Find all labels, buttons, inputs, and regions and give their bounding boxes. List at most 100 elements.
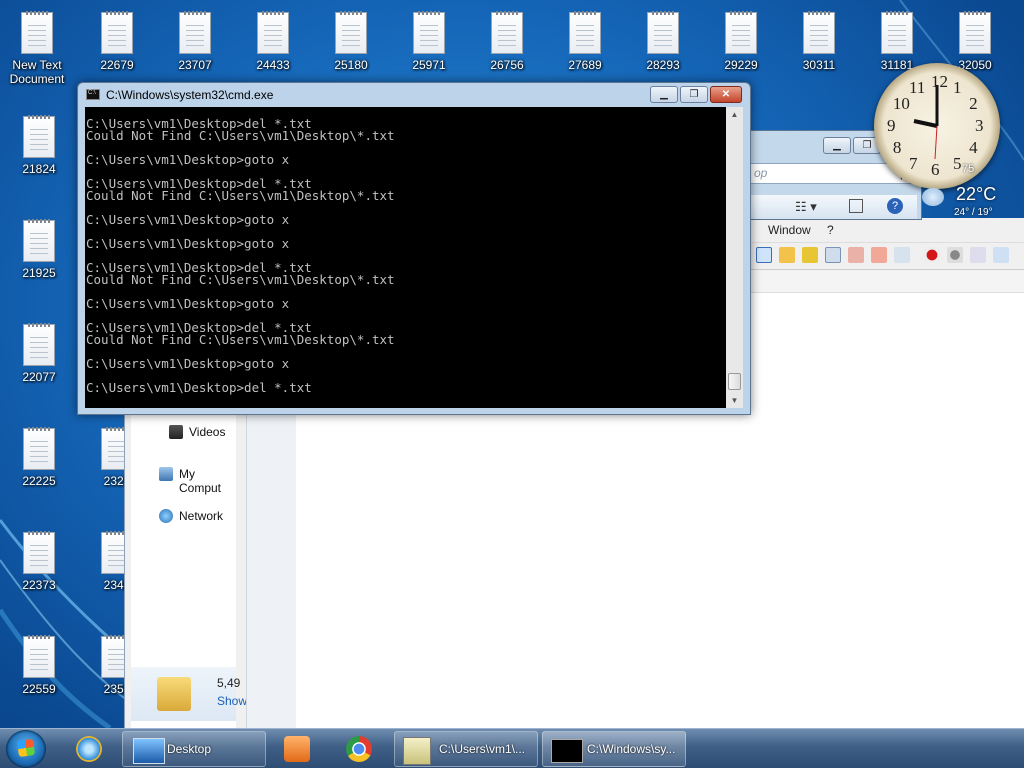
taskbar-desktop-button[interactable]: Desktop xyxy=(122,731,266,767)
toolbar xyxy=(750,243,1024,270)
desktop-file-label: 22679 xyxy=(100,58,134,72)
clock-number: 9 xyxy=(887,116,896,135)
start-button[interactable] xyxy=(6,730,46,768)
temperature-range: 24° / 19° xyxy=(954,207,993,218)
videos-icon xyxy=(169,425,183,439)
cmd-window-controls: ▁ ❐ ✕ xyxy=(650,86,742,103)
desktop-file-label: 24433 xyxy=(256,58,290,72)
console-scrollbar[interactable]: ▲ ▼ xyxy=(726,107,743,408)
cmd-title-bar[interactable]: C:\Windows\system32\cmd.exe ▁ ❐ ✕ xyxy=(78,83,750,107)
console-output[interactable]: C:\Users\vm1\Desktop>del *.txt Could Not… xyxy=(85,107,726,408)
taskbar-cmd-label: C:\Windows\sy... xyxy=(587,742,676,756)
desktop-file-icon[interactable]: 25971 xyxy=(394,11,464,86)
desktop-file-icon[interactable]: 22225 xyxy=(4,427,74,502)
weather-gadget[interactable]: 22°C 24° / 19° xyxy=(920,182,1024,222)
explorer-window-background[interactable]: Videos My Comput Network 5,49 Show xyxy=(124,415,750,728)
details-pane: 5,49 Show xyxy=(131,667,247,721)
internet-explorer-icon xyxy=(76,736,102,762)
notepad-icon xyxy=(403,737,431,765)
desktop-file-icon[interactable]: 22077 xyxy=(4,323,74,398)
taskbar-notepad-button[interactable]: C:\Users\vm1\... xyxy=(394,731,538,767)
clock-number: 11 xyxy=(909,77,926,97)
text-file-icon xyxy=(101,11,133,54)
maximize-icon: ❐ xyxy=(689,89,699,100)
taskbar-chrome-button[interactable] xyxy=(336,731,386,767)
desktop-file-icon[interactable]: 28293 xyxy=(628,11,698,86)
cmd-window[interactable]: C:\Windows\system32\cmd.exe ▁ ❐ ✕ C:\Use… xyxy=(77,82,751,415)
cmd-close-button[interactable]: ✕ xyxy=(710,86,742,103)
desktop-file-label: 25180 xyxy=(334,58,368,72)
desktop-file-icon[interactable]: 30311 xyxy=(784,11,854,86)
desktop-file-label: 26756 xyxy=(490,58,524,72)
scroll-up-icon[interactable]: ▲ xyxy=(726,107,743,122)
desktop-file-icon[interactable]: 25180 xyxy=(316,11,386,86)
taskbar-ie-button[interactable] xyxy=(68,731,112,767)
desktop-file-icon[interactable]: 29229 xyxy=(706,11,776,86)
desktop-file-icon[interactable]: 24433 xyxy=(238,11,308,86)
network-icon xyxy=(159,509,173,523)
text-file-icon xyxy=(803,11,835,54)
text-file-icon xyxy=(569,11,601,54)
close-icon: ✕ xyxy=(721,89,731,100)
nav-item-computer[interactable]: My Comput xyxy=(179,467,236,495)
show-more-link[interactable]: Show xyxy=(217,694,247,708)
stop-icon[interactable] xyxy=(947,247,963,263)
text-file-icon xyxy=(179,11,211,54)
taskbar-media-button[interactable] xyxy=(272,731,322,767)
desktop-file-icon[interactable]: New Text Document xyxy=(2,11,72,86)
cmd-minimize-button[interactable]: ▁ xyxy=(650,86,678,103)
taskbar-cmd-button[interactable]: C:\Windows\sy... xyxy=(542,731,686,767)
record-icon[interactable] xyxy=(924,247,940,263)
text-file-icon xyxy=(959,11,991,54)
clock-number: 3 xyxy=(975,116,984,135)
play-icon[interactable] xyxy=(970,247,986,263)
minimize-button[interactable]: ▁ xyxy=(823,137,851,154)
copy-icon[interactable] xyxy=(825,247,841,263)
nav-item-network[interactable]: Network xyxy=(179,509,223,523)
desktop-file-label: 22559 xyxy=(22,682,56,696)
folder-open-icon[interactable] xyxy=(779,247,795,263)
desktop-file-icon[interactable]: 27689 xyxy=(550,11,620,86)
eye-icon[interactable] xyxy=(894,247,910,263)
cmd-taskbar-icon xyxy=(551,739,583,763)
temperature: 22°C xyxy=(956,184,997,204)
clock-gadget[interactable]: 12 1 2 3 4 5 6 7 8 9 10 11 75 xyxy=(874,63,1000,189)
desktop-file-icon[interactable]: 23707 xyxy=(160,11,230,86)
cmd-maximize-button[interactable]: ❐ xyxy=(680,86,708,103)
view-options-icon[interactable]: ☷ ▾ xyxy=(795,199,817,215)
pane-divider xyxy=(246,415,297,728)
menu-help[interactable]: ? xyxy=(827,223,834,237)
desktop-file-icon[interactable]: 21824 xyxy=(4,115,74,190)
fast-forward-icon[interactable] xyxy=(993,247,1009,263)
minimize-icon: ▁ xyxy=(660,89,668,100)
navigation-pane[interactable]: Videos My Comput Network 5,49 Show xyxy=(131,415,247,728)
desktop-file-icon[interactable]: 21925 xyxy=(4,219,74,294)
chrome-icon xyxy=(346,736,372,762)
edit-icon[interactable] xyxy=(848,247,864,263)
desktop-file-icon[interactable]: 26756 xyxy=(472,11,542,86)
new-folder-icon[interactable] xyxy=(871,247,887,263)
menu-window[interactable]: Window xyxy=(768,223,811,237)
text-file-icon xyxy=(335,11,367,54)
cmd-icon xyxy=(86,89,100,100)
scroll-thumb[interactable] xyxy=(728,373,741,390)
text-file-icon xyxy=(23,219,55,262)
nav-item-videos[interactable]: Videos xyxy=(189,425,225,439)
desktop-file-icon[interactable]: 22559 xyxy=(4,635,74,710)
computer-icon xyxy=(159,467,173,481)
clock-number: 12 xyxy=(931,72,948,91)
excel-icon[interactable] xyxy=(802,247,818,263)
app-window-right[interactable]: Window ? xyxy=(750,218,1024,728)
clock-number: 8 xyxy=(892,138,902,157)
preview-pane-icon[interactable] xyxy=(849,199,863,213)
scroll-down-icon[interactable]: ▼ xyxy=(726,393,743,408)
desktop-file-icon[interactable]: 22373 xyxy=(4,531,74,606)
desktop-file-icon[interactable]: 22679 xyxy=(82,11,152,86)
help-icon[interactable]: ? xyxy=(887,198,903,214)
content-area[interactable] xyxy=(296,415,750,728)
item-count: 5,49 xyxy=(217,676,241,690)
desktop-file-label: 30311 xyxy=(802,58,836,72)
list-icon[interactable] xyxy=(756,247,772,263)
desktop-icon xyxy=(133,738,165,764)
desktop-file-label: 25971 xyxy=(412,58,446,72)
